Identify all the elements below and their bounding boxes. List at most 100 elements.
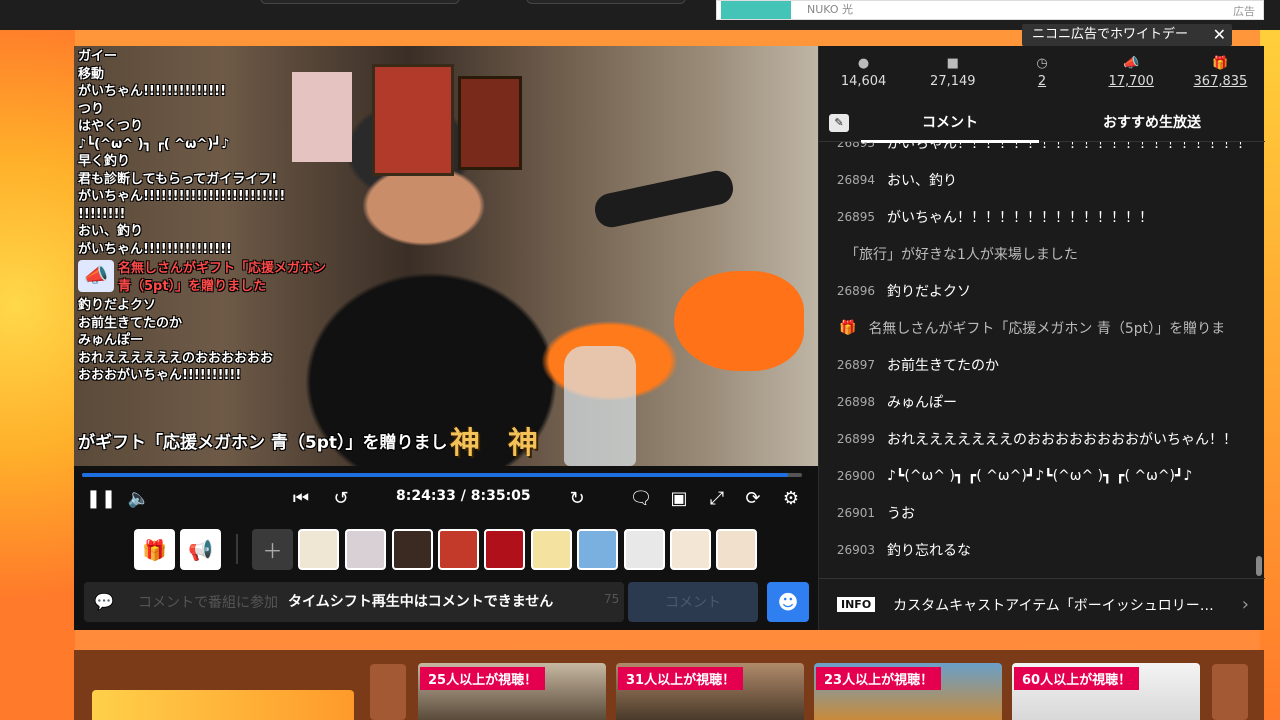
background-decoration-left xyxy=(0,30,75,720)
comment-row: 26894 おい、釣り xyxy=(819,161,1255,198)
tab-comments[interactable]: コメント xyxy=(861,104,1039,143)
timeshift-count[interactable]: 2 xyxy=(1038,74,1046,89)
nicoad-banner[interactable]: ニコニ広告でホワイトデー ✕ xyxy=(1022,24,1232,46)
recommendation-ad-banner[interactable] xyxy=(92,690,354,720)
gift-icon[interactable]: 🎁 xyxy=(134,529,175,570)
comment-row: 26898 みゅんぽー xyxy=(819,383,1255,420)
ad-label: 広告 xyxy=(1233,5,1255,18)
stamp-item[interactable] xyxy=(531,529,572,570)
stamp-item[interactable] xyxy=(392,529,433,570)
overlay-comment: おれええええええのおおおおおお xyxy=(78,350,274,366)
top-nav-pill[interactable] xyxy=(260,0,460,4)
comment-text: お前生きてたのか xyxy=(887,357,999,374)
overlay-comment: お前生きてたのか xyxy=(78,315,183,331)
comment-settings-icon[interactable]: ✎ xyxy=(829,114,849,132)
stamp-item[interactable] xyxy=(484,529,525,570)
video-scene-microphone xyxy=(591,167,737,231)
stat-timeshift[interactable]: ◷ 2 xyxy=(997,46,1086,104)
stat-viewers: ● 14,604 xyxy=(819,46,908,104)
overlay-comment: おおおがいちゃん!!!!!!!!!! xyxy=(78,368,242,383)
comment-scrollbar[interactable] xyxy=(1254,142,1262,576)
comment-text: ♪┗(^ω^ )┓ ┏( ^ω^)┛♪┗(^ω^ )┓ ┏( ^ω^)┛♪ xyxy=(887,467,1193,484)
gift-points[interactable]: 367,835 xyxy=(1194,74,1248,89)
overlay-comment: がいちゃん!!!!!!!!!!!!!! xyxy=(78,84,227,99)
comment-text: みゅんぽー xyxy=(887,394,957,411)
recommended-stream-card[interactable]: 60人以上が視聴！ xyxy=(1012,663,1200,720)
viewers-count: 14,604 xyxy=(840,74,887,89)
comment-number: 26897 xyxy=(836,357,875,372)
emoji-face-icon[interactable]: ☻ xyxy=(767,582,809,622)
info-text: カスタムキャストアイテム「ボーイッシュロリー… xyxy=(893,597,1214,614)
video-player[interactable]: ガイー 移動 がいちゃん!!!!!!!!!!!!!! つり はやくつり ♪┗(^… xyxy=(74,46,818,466)
carousel-prev-button[interactable] xyxy=(370,664,406,720)
recommended-stream-card[interactable]: 23人以上が視聴！ xyxy=(814,663,1002,720)
stats-bar: ● 14,604 ■ 27,149 ◷ 2 📣 17,700 🎁 367,835 xyxy=(819,46,1265,104)
stamp-item[interactable] xyxy=(577,529,618,570)
stamp-item[interactable] xyxy=(716,529,757,570)
viewer-count-badge: 60人以上が視聴！ xyxy=(1014,667,1140,690)
comment-text: 釣りだよクソ xyxy=(887,283,971,300)
reload-icon[interactable]: ⟳ xyxy=(740,486,766,510)
comment-input-row: 💬 コメントで番組に参加 タイムシフト再生中はコメントできません 75 コメント… xyxy=(74,578,818,630)
nicoad-megaphone-icon[interactable]: 📢 xyxy=(180,529,221,570)
comment-list[interactable]: 26893 がいちゃん！！！！！！！！！！！！！！！！！！！！！ 26894 お… xyxy=(819,142,1255,576)
viewer-count-badge: 23人以上が視聴！ xyxy=(816,667,942,690)
forward-10-icon[interactable]: ↻ xyxy=(564,486,590,510)
nicoad-points[interactable]: 17,700 xyxy=(1108,74,1154,89)
top-ad[interactable]: NUKO 光 広告 xyxy=(716,0,1264,20)
overlay-comment: 君も診断してもらってガイライフ! xyxy=(78,171,278,187)
comment-number: 26900 xyxy=(836,468,875,483)
recommended-stream-card[interactable]: 31人以上が視聴！ xyxy=(616,663,804,720)
overlay-comment: 釣りだよクソ xyxy=(78,298,157,313)
comments-count: 27,149 xyxy=(930,74,976,89)
overlay-comment: おい、釣り xyxy=(78,224,144,239)
stat-nicoad[interactable]: 📣 17,700 xyxy=(1087,46,1176,104)
seek-bar-fill xyxy=(82,473,788,477)
comment-send-button[interactable]: コメント xyxy=(628,582,758,622)
comment-text: 釣り忘れるな xyxy=(887,542,971,559)
pause-icon[interactable]: ❚❚ xyxy=(86,486,116,510)
skip-back-icon[interactable]: ⏮ xyxy=(288,486,314,510)
info-bar[interactable]: INFO カスタムキャストアイテム「ボーイッシュロリー… › xyxy=(819,578,1265,630)
chevron-right-icon[interactable]: › xyxy=(1242,594,1249,615)
comment-number: 26894 xyxy=(836,172,875,187)
settings-gear-icon[interactable]: ⚙ xyxy=(778,486,804,510)
person-icon: ● xyxy=(857,56,870,71)
comment-number: 26901 xyxy=(836,505,875,520)
carousel-next-button[interactable] xyxy=(1212,664,1248,720)
stat-gifts[interactable]: 🎁 367,835 xyxy=(1176,46,1265,104)
add-item-icon[interactable]: ＋ xyxy=(252,529,293,570)
overlay-gift-notice: 📣 名無しさんがギフト「応援メガホン 青（5pt）」を贈りました xyxy=(78,260,328,295)
char-count: 75 xyxy=(604,592,620,606)
theater-mode-icon[interactable]: ▣ xyxy=(666,486,692,510)
comment-row: 26896 釣りだよクソ xyxy=(819,272,1255,309)
comment-text: おれえええええええのおおおおおおおおがいちゃん！！ xyxy=(887,431,1237,448)
stamp-item[interactable] xyxy=(438,529,479,570)
top-nav-pill[interactable] xyxy=(526,0,686,4)
stamp-item[interactable] xyxy=(670,529,711,570)
overlay-comment: がいちゃん!!!!!!!!!!!!!!!!!!!!!!!! xyxy=(78,189,286,204)
comment-text: がいちゃん！！！！！！！！！！！！！！ xyxy=(887,209,1153,226)
fullscreen-icon[interactable]: ⤢ xyxy=(704,486,730,510)
close-icon[interactable]: ✕ xyxy=(1213,24,1226,46)
volume-icon[interactable]: 🔈 xyxy=(126,486,152,510)
scrollbar-thumb[interactable] xyxy=(1256,556,1262,576)
recommended-stream-card[interactable]: 25人以上が視聴！ xyxy=(418,663,606,720)
flowing-comment: 神 xyxy=(450,426,480,461)
bomb-stamp-item[interactable] xyxy=(624,529,665,570)
stamp-item[interactable] xyxy=(298,529,339,570)
overlay-comment-stack: ガイー 移動 がいちゃん!!!!!!!!!!!!!! つり はやくつり ♪┗(^… xyxy=(78,48,328,385)
comment-toggle-icon[interactable]: 🗨 xyxy=(628,486,654,510)
player-controls: ❚❚ 🔈 ⏮ ↺ 8:24:33 / 8:35:05 ↻ 🗨 ▣ ⤢ ⟳ ⚙ xyxy=(74,466,818,520)
rewind-10-icon[interactable]: ↺ xyxy=(328,486,354,510)
seek-bar[interactable] xyxy=(82,473,802,477)
video-scene-bottle xyxy=(564,346,636,466)
tab-recommended[interactable]: おすすめ生放送 xyxy=(1039,104,1265,142)
comment-number: 26899 xyxy=(836,431,875,446)
ad-text: NUKO 光 xyxy=(807,3,854,16)
video-scene-poster xyxy=(458,76,522,170)
comment-text: がいちゃん！！！！！！！！！！！！！！！！！！！！！ xyxy=(887,142,1251,152)
playback-time: 8:24:33 / 8:35:05 xyxy=(396,488,531,504)
comment-command-icon[interactable]: 💬 xyxy=(94,592,114,611)
stamp-item[interactable] xyxy=(345,529,386,570)
